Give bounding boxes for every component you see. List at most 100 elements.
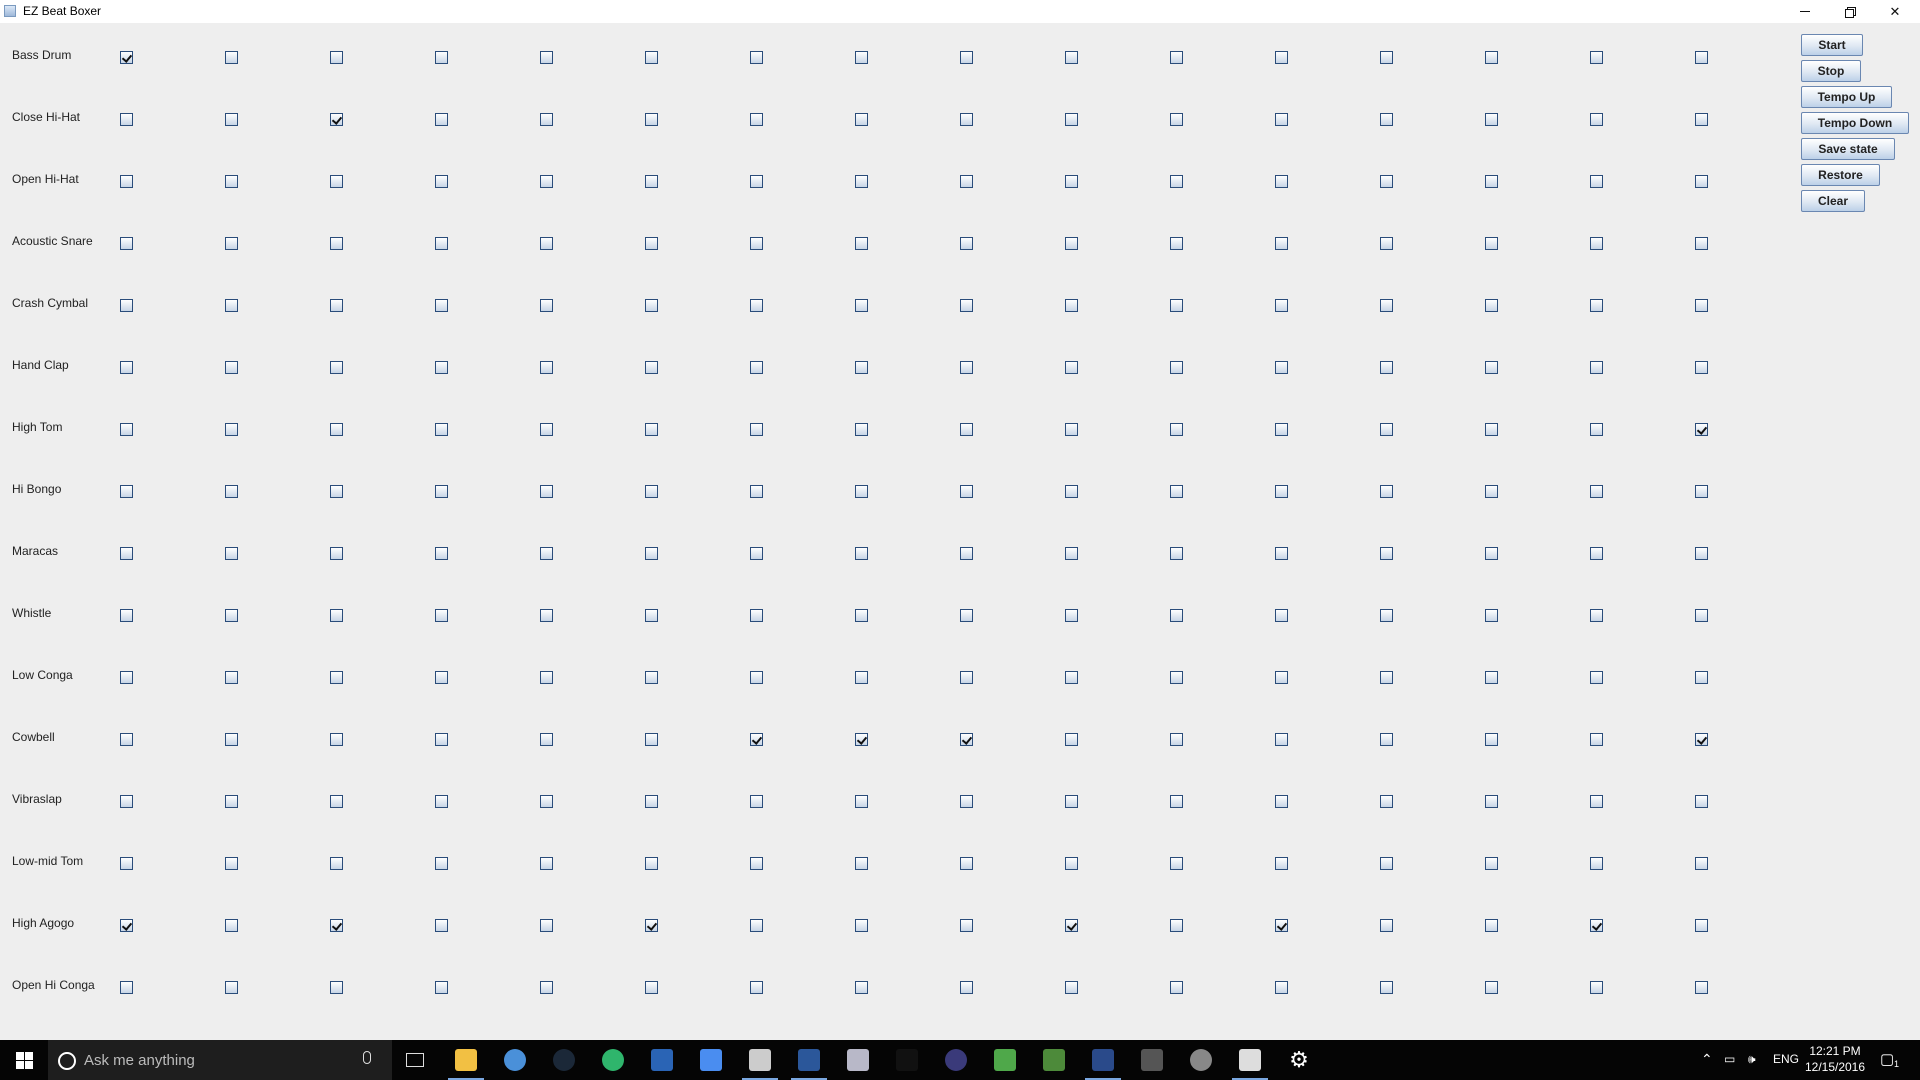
beat-checkbox[interactable]: [1695, 485, 1708, 498]
beat-checkbox[interactable]: [225, 113, 238, 126]
android-studio-taskbar-icon[interactable]: [985, 1044, 1025, 1076]
beat-checkbox[interactable]: [1485, 237, 1498, 250]
beat-checkbox[interactable]: [1485, 113, 1498, 126]
beat-checkbox[interactable]: [435, 609, 448, 622]
beat-checkbox[interactable]: [1170, 361, 1183, 374]
beat-checkbox[interactable]: [225, 919, 238, 932]
beat-checkbox[interactable]: [960, 51, 973, 64]
beat-checkbox[interactable]: [435, 547, 448, 560]
beat-checkbox[interactable]: [645, 175, 658, 188]
beat-checkbox[interactable]: [855, 51, 868, 64]
beat-checkbox[interactable]: [330, 547, 343, 560]
beat-checkbox[interactable]: [1380, 733, 1393, 746]
beat-checkbox[interactable]: [1695, 175, 1708, 188]
beat-checkbox[interactable]: [540, 299, 553, 312]
beat-checkbox[interactable]: [225, 733, 238, 746]
beat-checkbox[interactable]: [1590, 175, 1603, 188]
beat-checkbox[interactable]: [750, 113, 763, 126]
beat-checkbox[interactable]: [540, 175, 553, 188]
beat-checkbox[interactable]: [435, 51, 448, 64]
beat-checkbox[interactable]: [1695, 609, 1708, 622]
file-explorer-taskbar-icon[interactable]: [446, 1044, 486, 1080]
beat-checkbox[interactable]: [1590, 299, 1603, 312]
beat-checkbox[interactable]: [1695, 671, 1708, 684]
beat-checkbox[interactable]: [1590, 113, 1603, 126]
beat-checkbox[interactable]: [1380, 485, 1393, 498]
beat-checkbox[interactable]: [960, 547, 973, 560]
beat-checkbox[interactable]: [1170, 113, 1183, 126]
beat-checkbox[interactable]: [1170, 609, 1183, 622]
app-globe-taskbar-icon[interactable]: [1034, 1044, 1074, 1076]
beat-checkbox[interactable]: [540, 857, 553, 870]
beat-checkbox[interactable]: [855, 609, 868, 622]
beat-checkbox[interactable]: [645, 113, 658, 126]
beat-checkbox[interactable]: [1695, 361, 1708, 374]
beat-checkbox[interactable]: [1380, 795, 1393, 808]
java-taskbar-icon[interactable]: [1230, 1044, 1270, 1080]
beat-checkbox[interactable]: [1380, 671, 1393, 684]
beat-checkbox[interactable]: [960, 857, 973, 870]
beat-checkbox[interactable]: [120, 237, 133, 250]
beat-checkbox[interactable]: [645, 237, 658, 250]
beat-checkbox[interactable]: [225, 485, 238, 498]
beat-checkbox[interactable]: [750, 733, 763, 746]
beat-checkbox[interactable]: [645, 51, 658, 64]
beat-checkbox[interactable]: [750, 547, 763, 560]
word-taskbar-icon[interactable]: [789, 1044, 829, 1080]
beat-checkbox[interactable]: [1485, 547, 1498, 560]
beat-checkbox[interactable]: [1170, 671, 1183, 684]
beat-checkbox[interactable]: [1275, 51, 1288, 64]
beat-checkbox[interactable]: [1275, 547, 1288, 560]
beat-checkbox[interactable]: [435, 423, 448, 436]
powershell-taskbar-icon[interactable]: [642, 1044, 682, 1076]
language-indicator[interactable]: ENG: [1773, 1052, 1799, 1066]
beat-checkbox[interactable]: [1275, 919, 1288, 932]
beat-checkbox[interactable]: [645, 361, 658, 374]
save-state-button[interactable]: Save state: [1801, 138, 1895, 160]
beat-checkbox[interactable]: [1590, 919, 1603, 932]
beat-checkbox[interactable]: [750, 609, 763, 622]
beat-checkbox[interactable]: [1170, 981, 1183, 994]
beat-checkbox[interactable]: [330, 981, 343, 994]
beat-checkbox[interactable]: [1485, 857, 1498, 870]
beat-checkbox[interactable]: [750, 857, 763, 870]
beat-checkbox[interactable]: [960, 609, 973, 622]
beat-checkbox[interactable]: [750, 175, 763, 188]
beat-checkbox[interactable]: [1695, 547, 1708, 560]
beat-checkbox[interactable]: [645, 299, 658, 312]
beat-checkbox[interactable]: [435, 671, 448, 684]
beat-checkbox[interactable]: [330, 113, 343, 126]
beat-checkbox[interactable]: [1590, 51, 1603, 64]
beat-checkbox[interactable]: [225, 51, 238, 64]
beat-checkbox[interactable]: [1695, 423, 1708, 436]
beat-checkbox[interactable]: [1695, 981, 1708, 994]
beat-checkbox[interactable]: [225, 237, 238, 250]
beat-checkbox[interactable]: [1695, 919, 1708, 932]
beat-checkbox[interactable]: [1065, 113, 1078, 126]
beat-checkbox[interactable]: [1275, 485, 1288, 498]
beat-checkbox[interactable]: [540, 609, 553, 622]
beat-checkbox[interactable]: [1485, 795, 1498, 808]
beat-checkbox[interactable]: [960, 423, 973, 436]
beat-checkbox[interactable]: [1485, 175, 1498, 188]
beat-checkbox[interactable]: [120, 919, 133, 932]
beat-checkbox[interactable]: [1485, 671, 1498, 684]
beat-checkbox[interactable]: [1275, 609, 1288, 622]
beat-checkbox[interactable]: [1590, 485, 1603, 498]
beat-checkbox[interactable]: [540, 51, 553, 64]
beat-checkbox[interactable]: [960, 175, 973, 188]
beat-checkbox[interactable]: [1170, 733, 1183, 746]
beat-checkbox[interactable]: [1485, 485, 1498, 498]
restore-button[interactable]: Restore: [1801, 164, 1880, 186]
beat-checkbox[interactable]: [540, 237, 553, 250]
beat-checkbox[interactable]: [1380, 113, 1393, 126]
calculator-taskbar-icon[interactable]: [740, 1044, 780, 1080]
beat-checkbox[interactable]: [1170, 857, 1183, 870]
beat-checkbox[interactable]: [1590, 609, 1603, 622]
command-prompt-taskbar-icon[interactable]: [887, 1044, 927, 1076]
beat-checkbox[interactable]: [1065, 237, 1078, 250]
beat-checkbox[interactable]: [1065, 671, 1078, 684]
beat-checkbox[interactable]: [1065, 299, 1078, 312]
beat-checkbox[interactable]: [1170, 423, 1183, 436]
beat-checkbox[interactable]: [1590, 237, 1603, 250]
